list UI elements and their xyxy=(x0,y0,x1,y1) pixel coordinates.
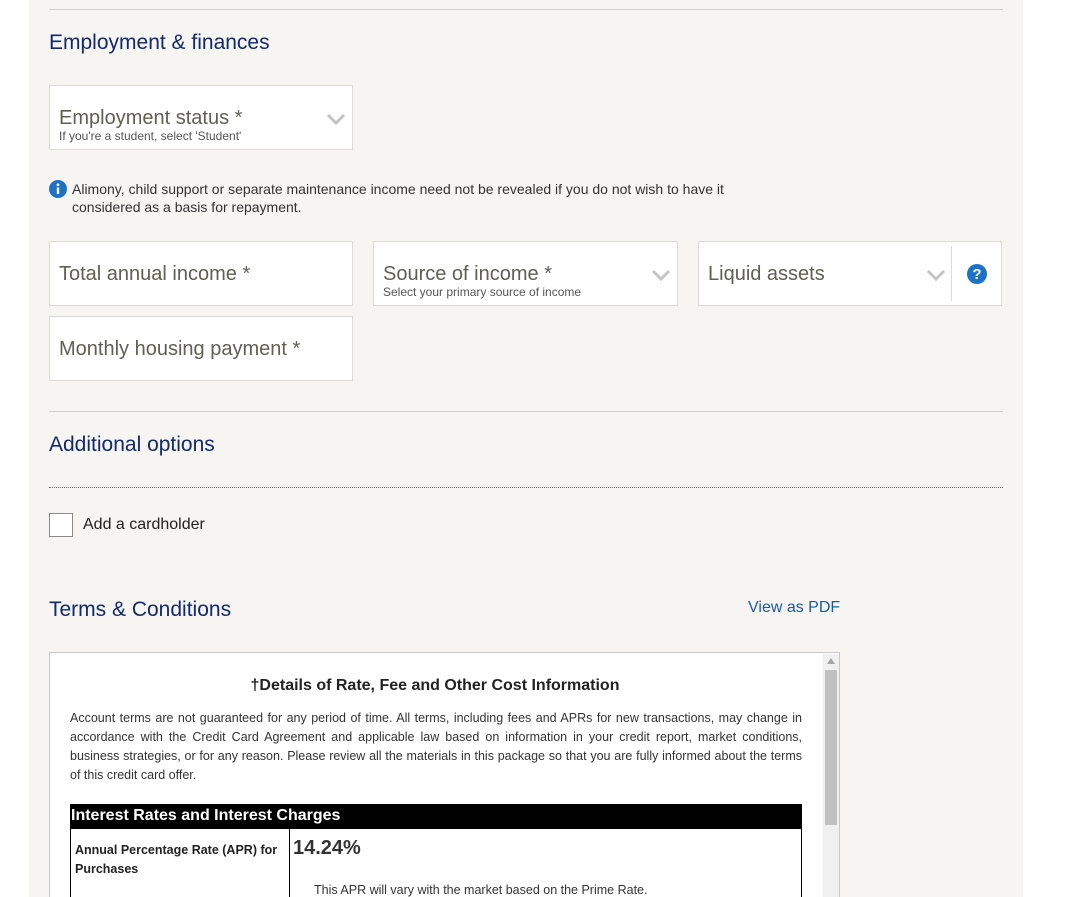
apr-value: 14.24% xyxy=(293,837,361,859)
apr-label-cell: Annual Percentage Rate (APR) for Purchas… xyxy=(71,829,290,897)
income-source-label: Source of income * xyxy=(383,263,552,285)
add-cardholder-checkbox[interactable] xyxy=(49,513,73,537)
field-separator xyxy=(951,246,952,301)
employment-status-select[interactable]: Employment status * If you're a student,… xyxy=(49,85,353,150)
employment-status-hint: If you're a student, select 'Student' xyxy=(59,129,242,143)
terms-doc-body: Account terms are not guaranteed for any… xyxy=(70,711,802,782)
liquid-assets-label: Liquid assets xyxy=(708,263,825,285)
view-pdf-link[interactable]: View as PDF xyxy=(748,599,840,617)
info-icon xyxy=(49,180,67,198)
terms-scrollbar[interactable] xyxy=(823,654,839,897)
apr-label: Annual Percentage Rate (APR) for Purchas… xyxy=(75,843,278,876)
employment-heading: Employment & finances xyxy=(49,31,270,54)
annual-income-label: Total annual income * xyxy=(59,263,251,285)
annual-income-input[interactable]: Total annual income * xyxy=(49,241,353,306)
chevron-down-icon xyxy=(926,269,946,282)
interest-rates-table: Interest Rates and Interest Charges Annu… xyxy=(70,804,802,897)
employment-status-label: Employment status * xyxy=(59,107,243,129)
section-divider-top xyxy=(49,9,1003,10)
alimony-info-text: Alimony, child support or separate maint… xyxy=(72,181,724,215)
apr-note: This APR will vary with the market based… xyxy=(314,883,648,897)
scrollbar-thumb[interactable] xyxy=(825,670,837,825)
terms-heading: Terms & Conditions xyxy=(49,598,232,621)
terms-document[interactable]: †Details of Rate, Fee and Other Cost Inf… xyxy=(49,652,840,897)
question-icon[interactable]: ? xyxy=(966,263,988,285)
housing-payment-label: Monthly housing payment * xyxy=(59,338,301,360)
income-source-select[interactable]: Source of income * Select your primary s… xyxy=(373,241,678,306)
add-cardholder-label[interactable]: Add a cardholder xyxy=(83,516,205,534)
liquid-assets-select[interactable]: Liquid assets xyxy=(698,241,1002,306)
section-divider-additional xyxy=(49,411,1003,412)
housing-payment-input[interactable]: Monthly housing payment * xyxy=(49,316,353,381)
interest-rates-table-header: Interest Rates and Interest Charges xyxy=(71,805,801,829)
income-source-hint: Select your primary source of income xyxy=(383,285,582,299)
terms-doc-title: †Details of Rate, Fee and Other Cost Inf… xyxy=(250,677,620,694)
chevron-down-icon xyxy=(651,269,671,282)
additional-options-heading: Additional options xyxy=(49,433,215,456)
scroll-up-arrow-icon[interactable] xyxy=(827,658,835,664)
svg-text:?: ? xyxy=(972,266,981,283)
dotted-divider xyxy=(49,487,1003,488)
chevron-down-icon xyxy=(326,113,346,126)
